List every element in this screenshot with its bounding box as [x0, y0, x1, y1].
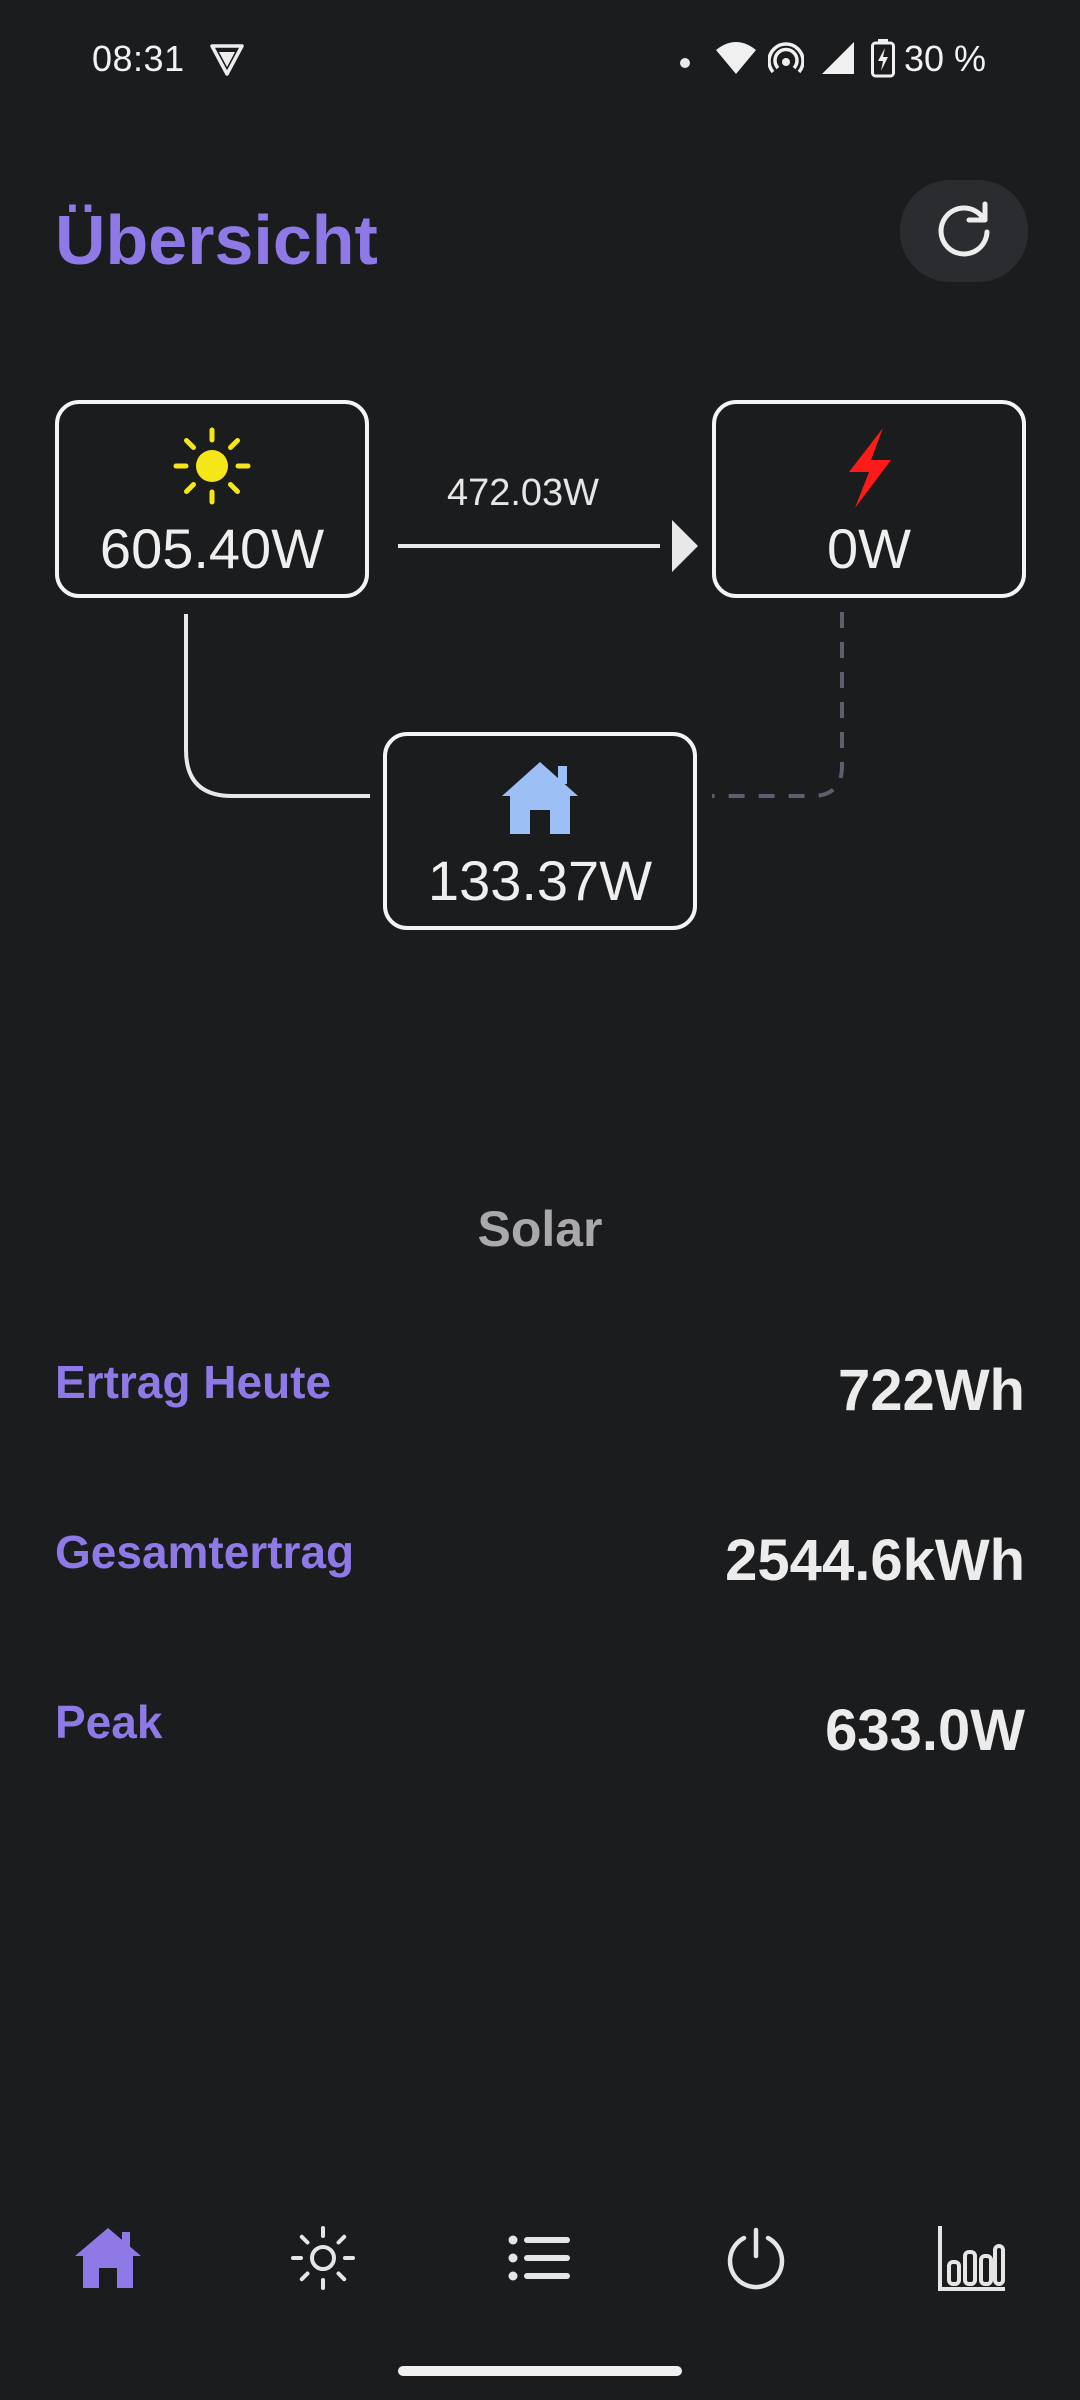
stat-label: Gesamtertrag: [55, 1526, 355, 1578]
stat-label: Ertrag Heute: [55, 1356, 332, 1408]
energy-flow-diagram: 472.03W 605.40W 0W 133.37W: [0, 380, 1080, 960]
stat-row-ertrag-heute: Ertrag Heute 722Wh: [55, 1345, 1025, 1425]
grid-power-value: 0W: [827, 517, 911, 580]
solar-section-title: Solar: [477, 1201, 603, 1257]
bar-chart-icon: [937, 2224, 1007, 2297]
vpn-shield-icon: [208, 40, 246, 83]
sun-outline-icon: [290, 2225, 356, 2296]
solar-to-grid-power: 472.03W: [446, 472, 600, 514]
refresh-icon: [931, 196, 997, 267]
list-icon: [508, 2234, 572, 2287]
status-time: 08:31: [92, 38, 185, 79]
page-title: Übersicht: [55, 201, 378, 279]
stat-label: Peak: [55, 1696, 163, 1748]
grid-node[interactable]: 0W: [712, 400, 1026, 598]
status-bar: 08:31 30 %: [0, 0, 1080, 120]
stat-value: 722Wh: [838, 1358, 1025, 1423]
home-power-value: 133.37W: [427, 849, 653, 912]
grid-to-home-line: [712, 612, 844, 798]
solar-to-home-line: [184, 614, 370, 798]
wifi-icon: [716, 40, 756, 81]
hotspot-icon: [767, 40, 805, 81]
home-node[interactable]: 133.37W: [383, 732, 697, 930]
solar-to-grid-arrowhead: [672, 520, 698, 572]
gesture-home-indicator[interactable]: [398, 2366, 682, 2376]
lightning-icon: [716, 426, 1022, 515]
cell-signal-icon: [820, 40, 856, 81]
stat-row-gesamtertrag: Gesamtertrag 2544.6kWh: [55, 1515, 1025, 1595]
battery-charging-icon: [870, 38, 896, 83]
stat-value: 633.0W: [825, 1698, 1025, 1763]
sun-icon: [59, 426, 365, 511]
nav-item-list[interactable]: [480, 2200, 600, 2320]
nav-item-power[interactable]: [696, 2200, 816, 2320]
battery-percent: 30 %: [904, 38, 987, 79]
bottom-navigation: [0, 2200, 1080, 2320]
refresh-button[interactable]: [900, 180, 1028, 282]
nav-item-solar[interactable]: [263, 2200, 383, 2320]
solar-node[interactable]: 605.40W: [55, 400, 369, 598]
house-icon: [387, 758, 693, 841]
dot-icon: [680, 58, 690, 68]
app-screen: 08:31 30 % Übersicht 472.03W 605.40W 0W …: [0, 0, 1080, 2400]
nav-item-statistics[interactable]: [912, 2200, 1032, 2320]
stat-row-peak: Peak 633.0W: [55, 1685, 1025, 1765]
home-icon: [73, 2226, 143, 2295]
nav-item-overview[interactable]: [48, 2200, 168, 2320]
solar-power-value: 605.40W: [99, 517, 325, 580]
power-icon: [724, 2226, 788, 2295]
stat-value: 2544.6kWh: [725, 1528, 1025, 1593]
